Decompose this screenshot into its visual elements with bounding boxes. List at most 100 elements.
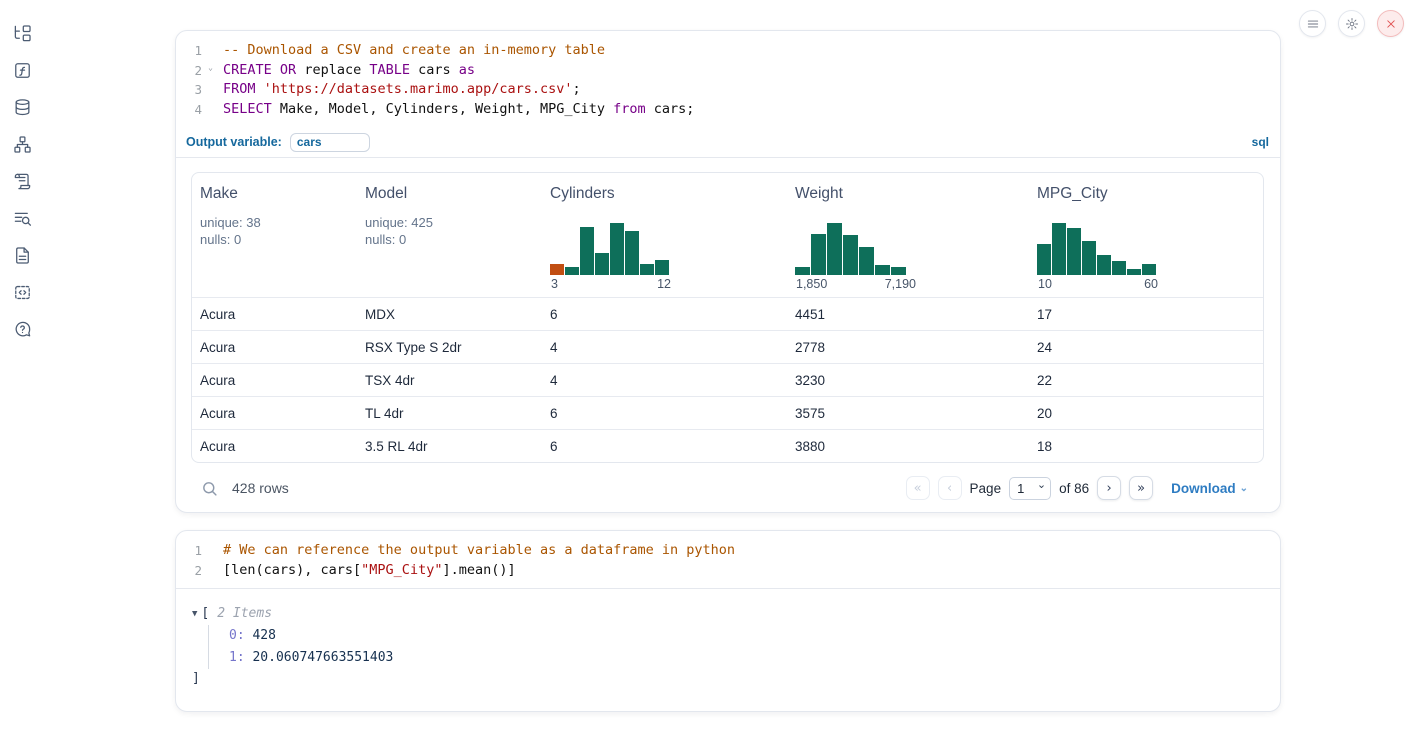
help-icon[interactable] xyxy=(12,319,32,339)
code-text: # We can reference the output variable a… xyxy=(202,541,735,561)
table-cell: 3.5 RL 4dr xyxy=(357,430,542,462)
table-header-row: Makeunique: 38nulls: 0 Model unique: 425nu… xyxy=(192,173,1263,297)
snippets-icon[interactable] xyxy=(12,282,32,302)
column-title: Model xyxy=(365,185,534,203)
histogram-bar xyxy=(640,264,654,275)
page-total-label: of 86 xyxy=(1059,481,1089,496)
variables-icon[interactable] xyxy=(12,60,32,80)
histogram-min-label: 10 xyxy=(1038,277,1052,291)
python-code-editor[interactable]: 1# We can reference the output variable … xyxy=(176,531,1280,588)
histogram-bar xyxy=(655,260,669,275)
search-button[interactable] xyxy=(201,480,218,497)
column-histogram: 312 xyxy=(550,223,672,291)
python-cell: 1# We can reference the output variable … xyxy=(175,530,1281,712)
output-list-entries: 0: 4281: 20.060747663551403 xyxy=(208,625,1264,669)
histogram-bar xyxy=(859,247,874,275)
code-text: FROM 'https://datasets.marimo.app/cars.c… xyxy=(202,80,581,100)
table-cell: Acura xyxy=(192,430,357,462)
documentation-icon[interactable] xyxy=(12,245,32,265)
logs-icon[interactable] xyxy=(12,171,32,191)
code-text: CREATE OR replace TABLE cars as xyxy=(202,61,475,81)
line-number: 1 xyxy=(176,41,202,61)
table-body: AcuraMDX6445117AcuraRSX Type S 2dr427782… xyxy=(192,297,1263,462)
histogram-bar xyxy=(827,223,842,275)
next-page-button[interactable]: › xyxy=(1097,476,1121,500)
table-cell: RSX Type S 2dr xyxy=(357,331,542,363)
table-row: AcuraMDX6445117 xyxy=(192,297,1263,330)
table-cell: 6 xyxy=(542,397,787,429)
table-cell: 6 xyxy=(542,298,787,330)
settings-button[interactable] xyxy=(1338,10,1365,37)
datasources-icon[interactable] xyxy=(12,97,32,117)
table-cell: TSX 4dr xyxy=(357,364,542,396)
table-cell: 4 xyxy=(542,364,787,396)
output-variable-input[interactable] xyxy=(290,133,370,152)
table-row: AcuraRSX Type S 2dr4277824 xyxy=(192,330,1263,363)
window-controls xyxy=(1299,10,1404,37)
item-value: 428 xyxy=(252,628,275,643)
histogram-bar xyxy=(875,265,890,275)
column-header-cylinders[interactable]: Cylinders 312 xyxy=(542,173,787,297)
data-table: Makeunique: 38nulls: 0 Model unique: 425nu… xyxy=(191,172,1264,463)
table-cell: 2778 xyxy=(787,331,1029,363)
code-line: 1# We can reference the output variable … xyxy=(176,541,1280,561)
table-cell: Acura xyxy=(192,331,357,363)
search-icon xyxy=(201,480,218,497)
file-tree-icon[interactable] xyxy=(12,23,32,43)
column-stats: unique: 425nulls: 0 xyxy=(365,215,534,248)
histogram-bar xyxy=(565,267,579,275)
histogram-bar xyxy=(1082,241,1096,275)
table-cell: Acura xyxy=(192,364,357,396)
dependency-graph-icon[interactable] xyxy=(12,134,32,154)
page-select[interactable]: 1 xyxy=(1009,477,1051,500)
table-cell: 3575 xyxy=(787,397,1029,429)
download-button[interactable]: Download ⌄ xyxy=(1171,481,1248,496)
histogram-bar xyxy=(1142,264,1156,275)
table-row: AcuraTL 4dr6357520 xyxy=(192,396,1263,429)
collapse-chevron-icon[interactable]: ▼ xyxy=(192,603,197,625)
prev-page-button[interactable]: ‹ xyxy=(938,476,962,500)
histogram-max-label: 7,190 xyxy=(885,277,916,291)
histogram-bar xyxy=(1037,244,1051,275)
shutdown-button[interactable] xyxy=(1377,10,1404,37)
table-cell: Acura xyxy=(192,397,357,429)
table-cell: TL 4dr xyxy=(357,397,542,429)
sql-output-area: Makeunique: 38nulls: 0 Model unique: 425nu… xyxy=(176,158,1280,513)
table-cell: 20 xyxy=(1029,397,1263,429)
helper-sidebar xyxy=(0,0,44,729)
code-text: SELECT Make, Model, Cylinders, Weight, M… xyxy=(202,100,694,120)
sql-code-editor[interactable]: 1-- Download a CSV and create an in-memo… xyxy=(176,31,1280,127)
histogram-bar xyxy=(1097,255,1111,275)
close-icon xyxy=(1384,17,1398,31)
outline-search-icon[interactable] xyxy=(12,208,32,228)
code-line: 1-- Download a CSV and create an in-memo… xyxy=(176,41,1280,61)
column-title: MPG_City xyxy=(1037,185,1255,203)
table-cell: 17 xyxy=(1029,298,1263,330)
code-line: 3FROM 'https://datasets.marimo.app/cars.… xyxy=(176,80,1280,100)
histogram-min-label: 3 xyxy=(551,277,558,291)
download-label: Download xyxy=(1171,481,1236,496)
column-header-model[interactable]: Model unique: 425nulls: 0 xyxy=(357,173,542,297)
histogram-min-label: 1,850 xyxy=(796,277,827,291)
column-header-weight[interactable]: Weight1,8507,190 xyxy=(787,173,1029,297)
sql-cell: 1-- Download a CSV and create an in-memo… xyxy=(175,30,1281,513)
table-cell: 3230 xyxy=(787,364,1029,396)
items-count-label: 2 Items xyxy=(217,603,272,625)
column-header-mpg_city[interactable]: MPG_City 10 60 xyxy=(1029,173,1263,297)
table-footer: 428 rows « ‹ Page 1 of 86 › » Download ⌄ xyxy=(191,463,1264,513)
fold-chevron-icon[interactable]: ⌄ xyxy=(208,64,213,72)
histogram-max-label: 60 xyxy=(1144,277,1158,291)
table-cell: 18 xyxy=(1029,430,1263,462)
last-page-button[interactable]: » xyxy=(1129,476,1153,500)
histogram-bar xyxy=(610,223,624,275)
first-page-button[interactable]: « xyxy=(906,476,930,500)
line-number: 1 xyxy=(176,541,202,561)
column-header-make[interactable]: Makeunique: 38nulls: 0 xyxy=(192,173,357,297)
menu-button[interactable] xyxy=(1299,10,1326,37)
column-title: Cylinders xyxy=(550,185,779,203)
close-bracket: ] xyxy=(192,669,1264,689)
line-number: 4 xyxy=(176,100,202,120)
column-histogram: 10 60 xyxy=(1037,223,1159,291)
histogram-bar xyxy=(1052,223,1066,275)
table-cell: 6 xyxy=(542,430,787,462)
